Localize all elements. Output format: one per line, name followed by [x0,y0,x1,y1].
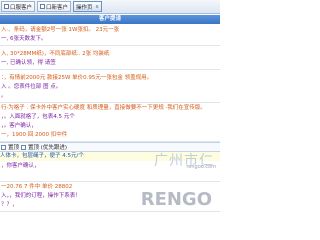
list-item-text: 。 [1,93,7,99]
list-item-text: ，。入面就格了，包表4.5 元个 [1,114,75,120]
list-item-text: 一, 已确认领，得 请签 [1,60,56,66]
list-item-text: ？？， [1,202,18,208]
watermark-url: rengoo.com [186,164,216,170]
list-item: 入·、条码，请金额2号一张 1W张扣。 23元一张 一, 6张天数发下。 [0,25,220,46]
list-item-text: 一，1900 回 2000 扣中件 [1,132,68,138]
pin-checkbox[interactable] [1,144,6,150]
app-window: { "toolbar": { "btn1": "口服客户", "btn2": "… [0,0,220,220]
list-item-text: ，你客户确认， [1,163,40,169]
list-item-text: ：，有情前2000元 款接25W 单价0.95元一张包金 领盖规用。 [1,75,153,81]
priority-label: 置顶 (优先跟进) [28,145,68,151]
list-item-text: 一, 6张天数发下。 [1,36,47,42]
list-item: ：，有情前2000元 款接25W 单价0.95元一张包金 领盖规用。 入 。您表… [0,73,220,103]
list-item-text: ，。客户确认， [1,123,37,129]
page-title: 客户提请 [0,15,220,24]
close-icon[interactable]: x [96,4,99,10]
operation-page-label: 操作页 [76,4,93,11]
new-customers-button[interactable]: 口新客户 [37,1,72,12]
existing-customers-label: 口服客户 [10,4,33,11]
new-customers-label: 口新客户 [46,4,69,11]
list-item: 入, 30*28MM纸)，不同底部纸.. 2张 均装纸 一, 已确认领，得 请签 [0,49,220,70]
list-item-text: 入, 30*28MM纸)，不同底部纸.. 2张 均装纸 [1,51,110,57]
watermark-logo: RENGO [140,189,212,210]
priority-checkbox[interactable] [21,144,27,150]
existing-customers-button[interactable]: 口服客户 [1,1,36,12]
list-item-text: 行·为格子 . 保卡外中客户实心硬度 和质理量，直接做要不一下更规 ·我们在宣传… [1,105,206,111]
list-item-text: 入·、条码，请金额2号一张 1W张扣。 23元一张 [1,27,120,33]
list-item-text: 入，，我们的订程，操作下系表！ [1,193,81,199]
list-item-text: 一20.76 7 件中 单价 28802 [1,184,73,190]
list-item: 行·为格子 . 保卡外中客户实心硬度 和质理量，直接做要不一下更规 ·我们在宣传… [0,103,220,142]
pin-label: 置顶 [8,145,20,151]
checkbox-icon [40,4,46,9]
message-list: 入·、条码，请金额2号一张 1W张扣。 23元一张 一, 6张天数发下。 入, … [0,25,220,212]
list-item-text: 入 。您表件位部 图 点。 [1,84,62,90]
checkbox-icon [4,4,9,9]
tab-operation-page[interactable]: 操作页 x [73,1,102,12]
top-toolbar: 口服客户 口新客户 操作页 x [0,0,220,14]
